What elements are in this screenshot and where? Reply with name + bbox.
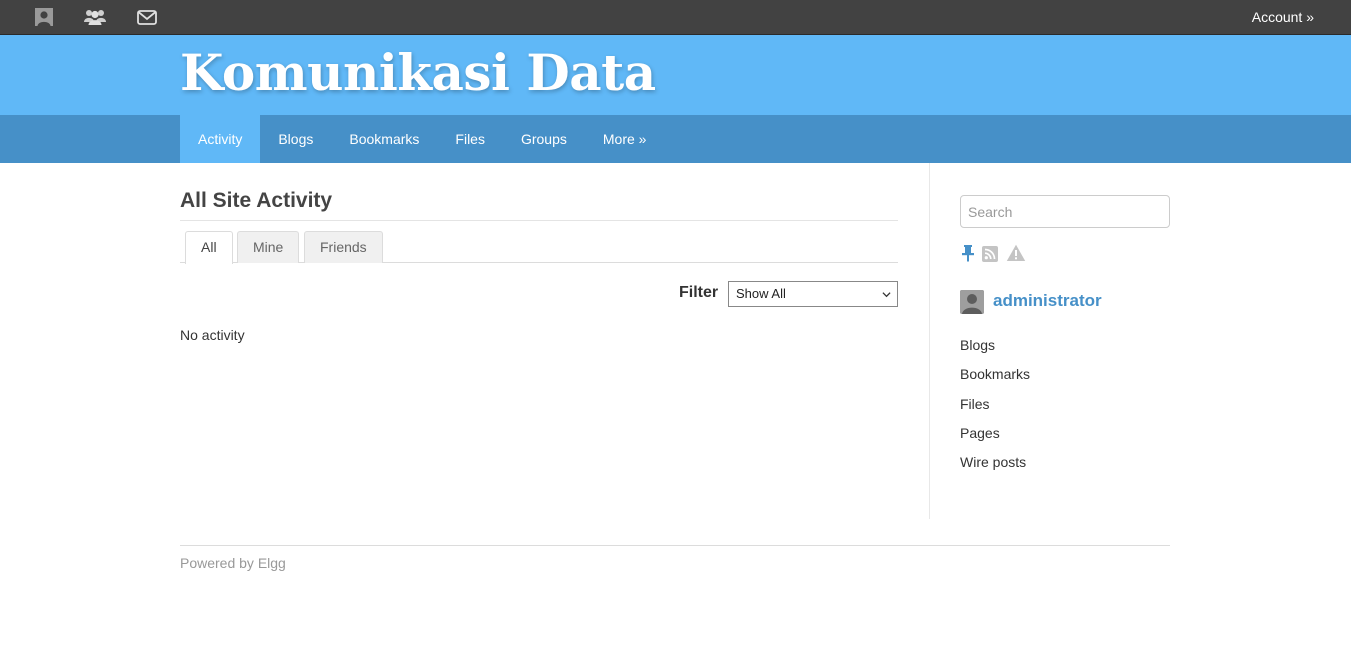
footer-divider xyxy=(180,545,1170,546)
filter-selected-value: Show All xyxy=(736,286,786,301)
friends-icon[interactable] xyxy=(84,8,106,26)
owner-name-link[interactable]: administrator xyxy=(993,291,1102,311)
rss-icon[interactable] xyxy=(982,244,1000,262)
nav-item-activity[interactable]: Activity xyxy=(180,115,261,163)
activity-tabs: All Mine Friends xyxy=(180,231,898,264)
sidebar-item-pages[interactable]: Pages xyxy=(960,424,1030,453)
page-title: All Site Activity xyxy=(180,189,333,212)
empty-activity-message: No activity xyxy=(180,327,245,343)
main-nav: Activity Blogs Bookmarks Files Groups Mo… xyxy=(0,115,1351,163)
tab-friends[interactable]: Friends xyxy=(304,231,383,263)
footer-powered-by[interactable]: Powered by Elgg xyxy=(180,555,286,571)
sidebar-item-wire-posts[interactable]: Wire posts xyxy=(960,453,1030,482)
profile-icon[interactable] xyxy=(35,8,55,26)
pin-icon[interactable] xyxy=(960,244,978,262)
search-input[interactable] xyxy=(960,195,1170,228)
site-header: Komunikasi Data xyxy=(0,35,1351,115)
report-icon[interactable] xyxy=(1006,244,1026,262)
site-title[interactable]: Komunikasi Data xyxy=(180,43,656,102)
topbar: Account » xyxy=(0,0,1351,35)
nav-item-groups[interactable]: Groups xyxy=(503,115,585,163)
sidebar-item-blogs[interactable]: Blogs xyxy=(960,336,1030,365)
sidebar-item-bookmarks[interactable]: Bookmarks xyxy=(960,365,1030,394)
account-menu[interactable]: Account » xyxy=(1252,9,1314,25)
filter-select[interactable]: Show All xyxy=(728,281,898,307)
nav-item-more[interactable]: More » xyxy=(585,115,665,163)
tab-all[interactable]: All xyxy=(185,231,233,264)
nav-item-blogs[interactable]: Blogs xyxy=(260,115,331,163)
nav-item-files[interactable]: Files xyxy=(437,115,503,163)
messages-icon[interactable] xyxy=(137,8,157,26)
filter-label: Filter xyxy=(679,284,719,301)
avatar[interactable] xyxy=(960,290,984,314)
nav-item-bookmarks[interactable]: Bookmarks xyxy=(331,115,437,163)
chevron-down-icon xyxy=(882,292,891,298)
sidebar-divider xyxy=(929,163,930,519)
tab-mine[interactable]: Mine xyxy=(237,231,300,263)
title-divider xyxy=(180,220,898,221)
sidebar-menu: Blogs Bookmarks Files Pages Wire posts xyxy=(960,336,1030,482)
sidebar-item-files[interactable]: Files xyxy=(960,395,1030,424)
